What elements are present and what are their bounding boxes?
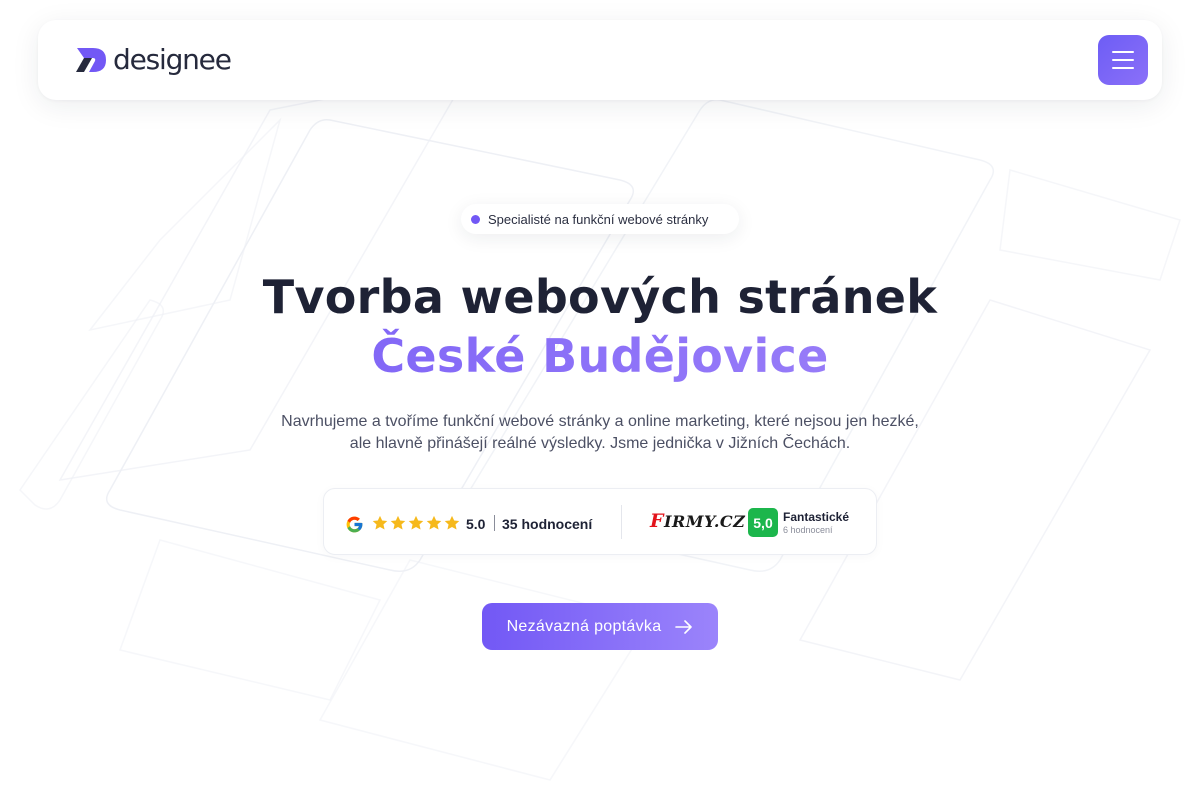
dot-icon <box>471 214 480 224</box>
page-title: Tvorba webových stránek České Budějovice <box>0 268 1200 386</box>
brand-name: designee <box>113 43 232 76</box>
brand-logo[interactable]: designee <box>75 43 232 76</box>
firmy-review-count: 6 hodnocení <box>783 525 833 535</box>
hero-subtitle: Navrhujeme a tvoříme funkční webové strá… <box>281 413 919 452</box>
firmy-logo: FIRMY.CZ <box>650 510 746 532</box>
hamburger-icon <box>1112 67 1134 69</box>
star-icon <box>372 515 388 530</box>
firmy-rating-label: Fantastické <box>783 510 850 524</box>
title-line-2: České Budějovice <box>0 327 1200 386</box>
star-icon <box>390 515 406 530</box>
hero-section: Specialisté na funkční webové stránky Tv… <box>0 0 1200 800</box>
cta-label: Nezávazná poptávka <box>506 617 662 635</box>
star-icon <box>444 515 460 530</box>
google-icon <box>346 516 363 533</box>
eyebrow-badge: Specialisté na funkční webové stránky <box>461 204 739 234</box>
separator <box>494 515 495 531</box>
google-score: 5.0 <box>466 516 486 532</box>
arrow-right-icon <box>675 619 693 634</box>
google-stars <box>371 514 461 532</box>
star-icon <box>426 515 442 530</box>
navbar: designee <box>38 20 1162 100</box>
star-icon <box>408 515 424 530</box>
ratings-card: 5.0 35 hodnocení FIRMY.CZ 5,0 Fantastick… <box>323 488 877 555</box>
ratings-divider <box>621 505 622 539</box>
hamburger-icon <box>1112 51 1134 53</box>
logo-mark-icon <box>76 48 106 72</box>
hamburger-icon <box>1112 59 1134 61</box>
google-review-count: 35 hodnocení <box>502 516 593 532</box>
menu-button[interactable] <box>1098 35 1148 85</box>
cta-button[interactable]: Nezávazná poptávka <box>482 603 718 650</box>
title-line-1: Tvorba webových stránek <box>262 270 938 324</box>
eyebrow-text: Specialisté na funkční webové stránky <box>488 211 709 227</box>
firmy-score-badge: 5,0 <box>748 508 778 537</box>
